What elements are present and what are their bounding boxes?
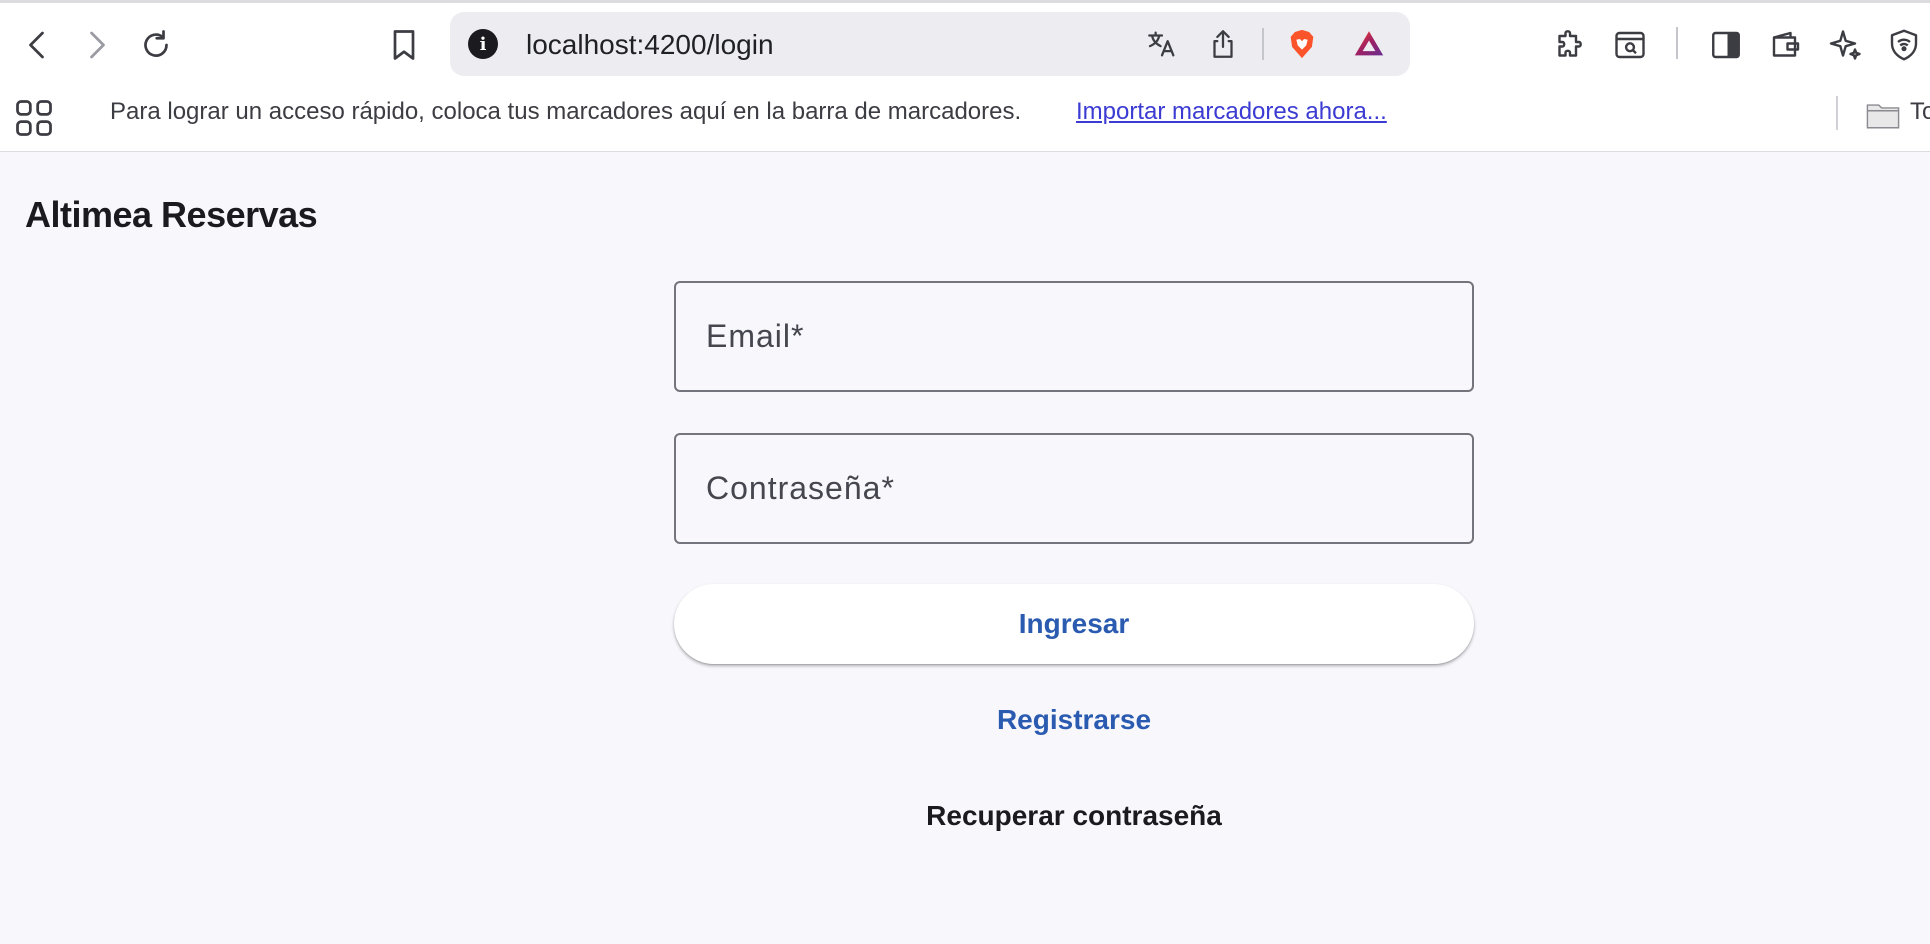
url-text[interactable]: localhost:4200/login xyxy=(526,29,774,61)
tab-search-icon[interactable] xyxy=(1606,21,1654,69)
wallet-icon[interactable] xyxy=(1762,21,1810,69)
register-button[interactable]: Registrarse xyxy=(674,690,1474,750)
address-bar[interactable]: i localhost:4200/login xyxy=(450,12,1410,76)
vpn-icon[interactable] xyxy=(1880,21,1928,69)
extensions-icon[interactable] xyxy=(1546,21,1594,69)
bookmarks-bar: Para lograr un acceso rápido, coloca tus… xyxy=(0,84,1930,152)
apps-grid-icon[interactable] xyxy=(12,96,56,140)
import-bookmarks-link[interactable]: Importar marcadores ahora... xyxy=(1076,98,1387,126)
site-info-icon[interactable]: i xyxy=(468,29,498,59)
leo-ai-icon[interactable] xyxy=(1822,21,1870,69)
password-field[interactable] xyxy=(674,433,1474,544)
password-input[interactable] xyxy=(676,435,1472,542)
login-button[interactable]: Ingresar xyxy=(674,584,1474,664)
page-title: Altimea Reservas xyxy=(25,194,318,235)
bookmark-icon[interactable] xyxy=(380,21,428,69)
forward-icon[interactable] xyxy=(72,21,120,69)
bookmark-folder-label[interactable]: To xyxy=(1910,98,1930,126)
folder-icon[interactable] xyxy=(1866,100,1900,130)
email-field[interactable] xyxy=(674,281,1474,392)
brave-shields-icon[interactable] xyxy=(1280,22,1324,66)
share-icon[interactable] xyxy=(1201,22,1245,66)
reload-icon[interactable] xyxy=(132,21,180,69)
sidebar-icon[interactable] xyxy=(1702,21,1750,69)
bookmarks-bar-message: Para lograr un acceso rápido, coloca tus… xyxy=(110,98,1022,125)
bookmarks-separator xyxy=(1836,96,1838,130)
translate-icon[interactable] xyxy=(1140,22,1184,66)
back-icon[interactable] xyxy=(14,21,62,69)
recover-password-button[interactable]: Recuperar contraseña xyxy=(674,786,1474,846)
url-bar-separator xyxy=(1262,28,1264,60)
brave-rewards-icon[interactable] xyxy=(1347,22,1391,66)
email-input[interactable] xyxy=(676,283,1472,390)
browser-toolbar: i localhost:4200/login xyxy=(0,0,1930,84)
toolbar-separator xyxy=(1676,27,1678,59)
